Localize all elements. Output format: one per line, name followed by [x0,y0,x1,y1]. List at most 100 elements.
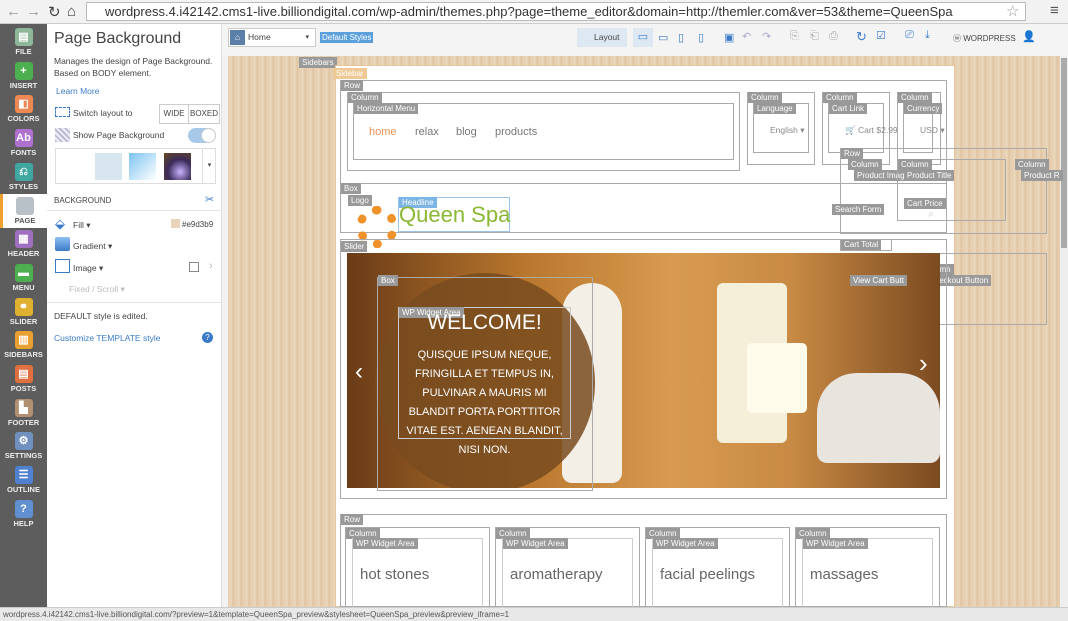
undo-icon[interactable]: ↶ [742,30,751,43]
rail-item-sidebars[interactable]: ▥ SIDEBARS [0,328,47,362]
rail-item-help[interactable]: ? HELP [0,497,47,531]
slider-next-arrow[interactable]: › [919,348,928,379]
laptop-view-icon[interactable]: ▭ [658,31,668,44]
rail-item-styles[interactable]: ⎌ STYLES [0,160,47,194]
save-icon[interactable]: ▣ [724,31,734,44]
row-tag[interactable]: Row [841,148,864,159]
column-tag[interactable]: Column [898,92,932,103]
wordpress-link[interactable]: ⓦ WORDPRESS [953,33,1016,44]
language-tag[interactable]: Language [754,103,796,114]
product-r-tag[interactable]: Product R [1021,170,1063,181]
sidebars-tag[interactable]: Sidebars [299,57,337,68]
desktop-view-icon[interactable]: ▭ [633,28,653,47]
user-icon[interactable]: 👤 [1022,30,1036,43]
back-icon[interactable]: ← [6,3,21,20]
column-tag[interactable]: Column [898,159,932,170]
help-icon[interactable]: ? [202,332,213,343]
rail-item-outline[interactable]: ☰ OUTLINE [0,463,47,497]
image-dropdown[interactable]: Image ▾ [73,263,103,274]
currency-select[interactable]: USD ▾ [920,125,945,136]
box-tag[interactable]: Box [378,275,398,286]
logo-tag[interactable]: Logo [348,195,372,206]
widget-tag[interactable]: WP Widget Area [653,538,718,549]
url-bar[interactable]: wordpress.4.i42142.cms1-live.billiondigi… [86,2,1026,21]
box-tag[interactable]: Box [341,183,361,194]
refresh-icon[interactable]: ↻ [856,29,867,45]
rail-item-file[interactable]: ▤ FILE [0,25,47,59]
rail-item-page[interactable]: PAGE [0,193,47,228]
service-column[interactable]: Column WP Widget Area aromatherapy [495,527,640,608]
tablet-view-icon[interactable]: ▯ [678,31,684,44]
preset-gradient[interactable] [129,153,156,180]
redo-icon[interactable]: ↷ [762,30,771,43]
presets-dropdown-icon[interactable]: ▾ [202,149,216,183]
preview-icon[interactable]: ⎚ [905,29,914,42]
menu-item-relax[interactable]: relax [415,126,439,138]
boxed-button[interactable]: BOXED [188,104,220,124]
column-tag[interactable]: Column [348,92,382,103]
show-bg-toggle[interactable] [188,128,216,143]
currency-tag[interactable]: Currency [904,103,943,114]
bookmark-star-icon[interactable]: ☆ [1006,2,1019,20]
row-tag[interactable]: Row [341,514,364,525]
menu-item-home[interactable]: home [369,126,397,138]
page-select[interactable]: ⌂ Home ▾ [228,28,316,47]
column-tag[interactable]: Column [748,92,782,103]
row-tag[interactable]: Row [341,80,364,91]
forward-icon[interactable]: → [26,3,41,20]
chevron-right-icon[interactable]: › [209,260,213,272]
widget-tag[interactable]: WP Widget Area [803,538,868,549]
download-icon[interactable]: ⤓ [925,29,930,42]
gradient-dropdown[interactable]: Gradient ▾ [73,241,112,252]
hmenu-tag[interactable]: Horizontal Menu [354,103,419,114]
home-icon[interactable]: ⌂ [67,3,76,20]
service-column[interactable]: Column WP Widget Area massages [795,527,940,608]
fixed-scroll-dropdown[interactable]: Fixed / Scroll ▾ [69,284,125,295]
rail-item-insert[interactable]: + INSERT [0,59,47,93]
customize-template-link[interactable]: Customize TEMPLATE style [54,333,160,343]
column-tag[interactable]: Column [823,92,857,103]
menu-item-blog[interactable]: blog [456,126,477,138]
product-title-tag[interactable]: Product Title [904,170,955,181]
widget-tag[interactable]: WP Widget Area [503,538,568,549]
rail-item-slider[interactable]: ⚭ SLIDER [0,295,47,329]
sidebar-tag[interactable]: Sidebar [333,68,367,79]
image-picker-icon[interactable] [189,262,199,272]
chrome-menu-icon[interactable]: ≡ [1050,2,1059,19]
rail-item-menu[interactable]: ▬ MENU [0,261,47,295]
site-headline[interactable]: Queen Spa [399,202,510,228]
rail-item-fonts[interactable]: Ab FONTS [0,126,47,160]
fill-dropdown[interactable]: Fill ▾ [73,220,91,231]
cart-link[interactable]: 🛒 Cart $2.99 [845,125,898,136]
paste-style-icon[interactable]: ⎙ [829,30,838,43]
widget-tag[interactable]: WP Widget Area [353,538,418,549]
reload-icon[interactable]: ↻ [48,3,61,21]
slider-prev-arrow[interactable]: ‹ [355,358,363,386]
canvas-scrollbar[interactable] [1060,56,1068,607]
view-cart-tag[interactable]: View Cart Butt [850,275,907,286]
preset-image[interactable] [164,153,191,180]
language-select[interactable]: English ▾ [770,125,805,136]
rail-item-footer[interactable]: ▙ FOOTER [0,396,47,430]
column-tag[interactable]: Column [1015,159,1049,170]
wide-button[interactable]: WIDE [159,104,189,124]
fill-swatch[interactable] [171,219,180,228]
paste-icon[interactable]: ⎗ [810,30,819,43]
layout-button[interactable]: Layout [577,28,627,47]
rail-item-posts[interactable]: ▤ POSTS [0,362,47,396]
learn-more-link[interactable]: Learn More [56,86,99,96]
checkbox-icon[interactable]: ☑ [876,29,886,42]
cart-link-tag[interactable]: Cart Link [829,103,868,114]
rail-item-header[interactable]: ▦ HEADER [0,227,47,261]
menu-item-products[interactable]: products [495,126,537,138]
service-column[interactable]: Column WP Widget Area facial peelings [645,527,790,608]
phone-view-icon[interactable]: ▯ [698,31,704,44]
copy-icon[interactable]: ⎘ [790,30,799,43]
preset-solid[interactable] [95,153,122,180]
column-tag[interactable]: Column [848,159,882,170]
reset-icon[interactable]: ✂ [205,193,214,206]
default-styles-badge[interactable]: Default Styles [320,32,374,43]
rail-item-settings[interactable]: ⚙ SETTINGS [0,429,47,463]
rail-item-colors[interactable]: ◧ COLORS [0,92,47,126]
service-column[interactable]: Column WP Widget Area hot stones [345,527,490,608]
